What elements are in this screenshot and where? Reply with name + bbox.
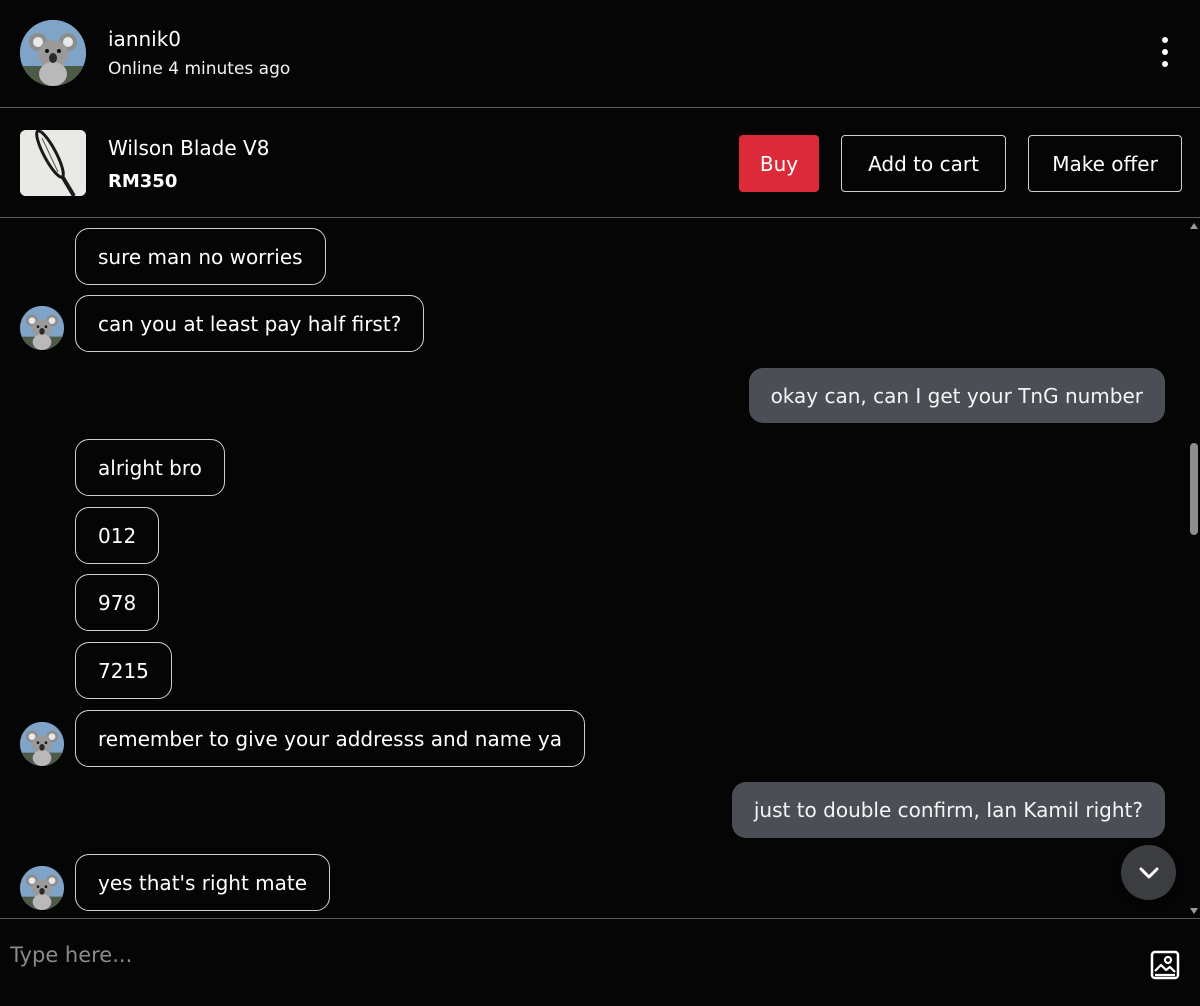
koala-plush-image bbox=[20, 20, 86, 86]
message-list[interactable]: sure man no worries can you at least pay… bbox=[0, 219, 1188, 918]
message-input[interactable] bbox=[10, 935, 1120, 975]
racket-image bbox=[20, 130, 86, 196]
incoming-message-bubble: remember to give your addresss and name … bbox=[75, 710, 585, 767]
user-avatar[interactable] bbox=[20, 20, 86, 86]
sender-avatar bbox=[20, 722, 64, 766]
product-name: Wilson Blade V8 bbox=[108, 136, 270, 160]
chat-window: iannik0 Online 4 minutes ago Wilson Blad… bbox=[0, 0, 1200, 1006]
more-vertical-icon-dot bbox=[1162, 49, 1168, 55]
scrollbar-thumb[interactable] bbox=[1190, 443, 1198, 535]
scroll-up-arrow-icon[interactable] bbox=[1190, 223, 1198, 229]
image-upload-button[interactable] bbox=[1149, 949, 1181, 981]
incoming-message-bubble: sure man no worries bbox=[75, 228, 326, 285]
image-upload-icon bbox=[1150, 950, 1180, 980]
sender-avatar bbox=[20, 866, 64, 910]
incoming-message-bubble: 978 bbox=[75, 574, 160, 631]
chevron-down-icon bbox=[1139, 867, 1158, 878]
scroll-down-arrow-icon[interactable] bbox=[1190, 908, 1198, 914]
product-thumbnail[interactable] bbox=[20, 130, 86, 196]
make-offer-button[interactable]: Make offer bbox=[1028, 135, 1182, 192]
chat-username: iannik0 bbox=[108, 27, 182, 51]
product-price: RM350 bbox=[108, 171, 178, 192]
outgoing-message-bubble: just to double confirm, Ian Kamil right? bbox=[731, 782, 1165, 838]
koala-plush-image bbox=[20, 866, 64, 910]
more-vertical-icon bbox=[1162, 37, 1168, 43]
more-options-button[interactable] bbox=[1150, 32, 1180, 72]
incoming-message-bubble: can you at least pay half first? bbox=[75, 295, 425, 352]
sender-avatar bbox=[20, 306, 64, 350]
product-bar: Wilson Blade V8 RM350 Buy Add to cart Ma… bbox=[0, 108, 1200, 218]
online-status: Online 4 minutes ago bbox=[108, 59, 291, 79]
incoming-message-bubble: alright bro bbox=[75, 439, 225, 496]
scroll-to-bottom-button[interactable] bbox=[1121, 845, 1176, 900]
message-scrollbar[interactable] bbox=[1188, 219, 1200, 918]
chat-header: iannik0 Online 4 minutes ago bbox=[0, 0, 1200, 108]
outgoing-message-bubble: okay can, can I get your TnG number bbox=[748, 368, 1165, 423]
add-to-cart-button[interactable]: Add to cart bbox=[841, 135, 1006, 192]
koala-plush-image bbox=[20, 306, 64, 350]
incoming-message-bubble: 012 bbox=[75, 507, 160, 564]
more-vertical-icon-dot bbox=[1162, 61, 1168, 67]
koala-plush-image bbox=[20, 722, 64, 766]
buy-button[interactable]: Buy bbox=[739, 135, 819, 192]
incoming-message-bubble: 7215 bbox=[75, 642, 172, 699]
message-composer bbox=[0, 918, 1200, 1006]
incoming-message-bubble: yes that's right mate bbox=[75, 854, 331, 911]
